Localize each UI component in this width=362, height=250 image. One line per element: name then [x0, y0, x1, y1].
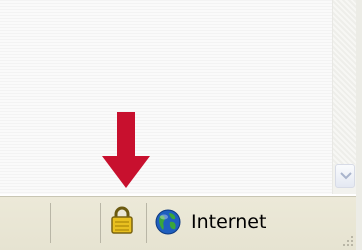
- chevron-down-icon: [340, 172, 352, 180]
- arrow-down-icon: [102, 112, 150, 188]
- lock-icon[interactable]: [110, 205, 134, 235]
- status-bar: Internet: [0, 196, 356, 250]
- status-pane-divider: [100, 203, 101, 243]
- resize-grip-icon[interactable]: [340, 233, 354, 247]
- window-frame-edge: [356, 0, 362, 250]
- status-pane-divider: [50, 203, 51, 243]
- scrollbar-track[interactable]: [333, 0, 357, 164]
- browser-window: Internet: [0, 0, 362, 250]
- status-pane-divider: [146, 203, 147, 243]
- page-content-area: [0, 0, 332, 194]
- security-zone[interactable]: Internet: [154, 207, 266, 237]
- vertical-scrollbar[interactable]: [332, 0, 357, 194]
- zone-label: Internet: [191, 211, 267, 233]
- scroll-down-button[interactable]: [335, 164, 355, 188]
- globe-icon: [155, 209, 181, 235]
